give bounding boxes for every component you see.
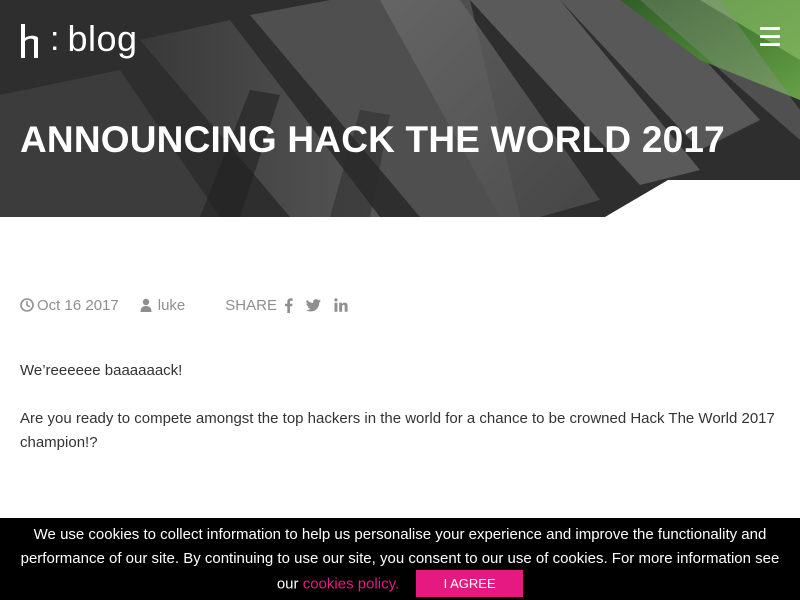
clock-icon: [20, 298, 34, 312]
logo-text: blog: [67, 18, 138, 59]
post-date-text: Oct 16 2017: [37, 296, 119, 314]
share-twitter-link[interactable]: [305, 298, 334, 312]
page-title: ANNOUNCING HACK THE WORLD 2017: [20, 119, 725, 160]
agree-button[interactable]: I AGREE: [416, 570, 524, 597]
twitter-icon: [305, 298, 321, 311]
post-author[interactable]: luke: [140, 296, 186, 314]
share-linkedin-link[interactable]: [334, 298, 348, 312]
hero-header: : blog ANNOUNCING HACK THE WORLD 2017: [0, 0, 800, 217]
share-links: SHARE: [225, 297, 348, 314]
user-icon: [140, 298, 152, 312]
logo-separator: :: [50, 20, 60, 58]
cookie-message-text: We use cookies to collect information to…: [20, 526, 780, 593]
post-date: Oct 16 2017: [20, 297, 119, 314]
post-author-name: luke: [157, 296, 186, 314]
site-logo[interactable]: : blog: [20, 18, 138, 62]
post-body: We’reeeeee baaaaaack! Are you ready to c…: [20, 359, 780, 479]
cookie-consent-banner: We use cookies to collect information to…: [0, 518, 800, 600]
facebook-icon: [284, 297, 293, 313]
cookies-policy-link[interactable]: cookies policy.: [303, 575, 399, 592]
cookie-message: We use cookies to collect information to…: [8, 523, 792, 598]
linkedin-icon: [334, 298, 348, 312]
share-label: SHARE: [225, 296, 277, 314]
hackerone-h-logo-icon: [21, 24, 38, 58]
hamburger-menu-icon[interactable]: [758, 27, 782, 51]
post-paragraph: We’reeeeee baaaaaack!: [20, 362, 183, 379]
share-facebook-link[interactable]: [284, 297, 306, 313]
post-paragraph: Are you ready to compete amongst the top…: [20, 410, 775, 451]
post-meta: Oct 16 2017 luke SHARE: [20, 295, 348, 315]
